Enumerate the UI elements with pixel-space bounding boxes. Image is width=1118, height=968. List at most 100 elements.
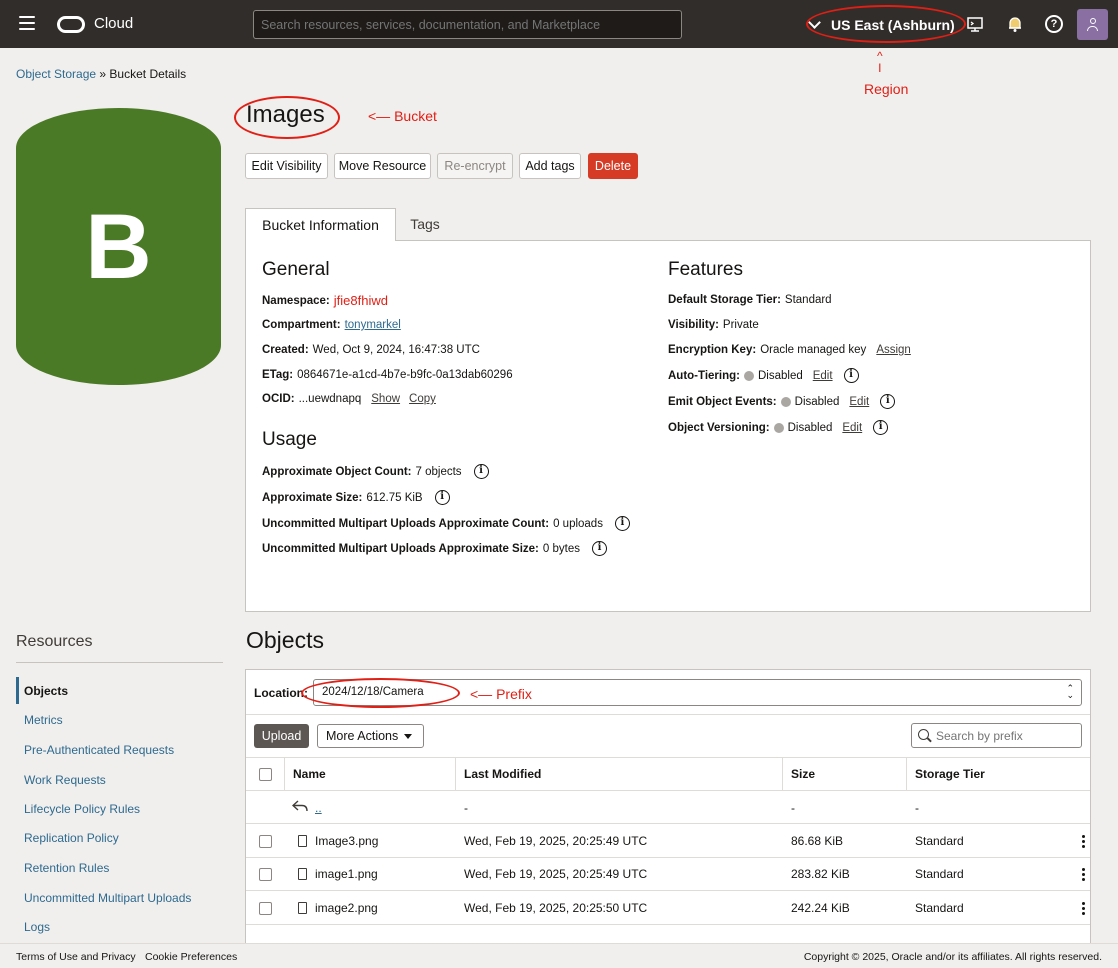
search-icon — [918, 729, 929, 740]
table-cell: - — [915, 801, 919, 815]
cloud-shell-icon[interactable] — [966, 15, 984, 33]
add-tags-button[interactable]: Add tags — [519, 153, 581, 179]
upload-button[interactable]: Upload — [254, 724, 309, 748]
sidebar-item-pre-authenticated-requests[interactable]: Pre-Authenticated Requests — [24, 743, 174, 757]
tab-tags[interactable]: Tags — [396, 208, 454, 241]
breadcrumb-object-storage[interactable]: Object Storage — [16, 67, 96, 81]
object-name[interactable]: image2.png — [315, 901, 378, 915]
compartment-link[interactable]: tonymarkel — [345, 319, 401, 331]
move-resource-button[interactable]: Move Resource — [334, 153, 431, 179]
auto-tiering-edit-link[interactable]: Edit — [813, 370, 833, 382]
row-checkbox[interactable] — [259, 868, 272, 881]
assign-key-link[interactable]: Assign — [876, 344, 911, 356]
etag-row: ETag: 0864671e-a1cd-4b7e-b9fc-0a13dab602… — [262, 369, 513, 381]
page-scrollbar[interactable] — [1112, 50, 1117, 940]
avatar[interactable] — [1077, 9, 1108, 40]
row-actions-icon[interactable] — [1082, 902, 1086, 917]
help-icon[interactable]: ? — [1045, 15, 1063, 33]
top-bar: Cloud US East (Ashburn) ? — [0, 0, 1118, 48]
cookie-preferences-link[interactable]: Cookie Preferences — [145, 951, 237, 963]
usage-heading: Usage — [262, 429, 317, 450]
ocid-row: OCID: ...uewdnapq Show Copy — [262, 393, 436, 405]
object-name[interactable]: Image3.png — [315, 834, 378, 848]
menu-icon[interactable] — [19, 16, 35, 30]
sidebar-item-metrics[interactable]: Metrics — [24, 713, 63, 727]
created-value: Wed, Oct 9, 2024, 16:47:38 UTC — [312, 344, 480, 356]
more-actions-button[interactable]: More Actions — [317, 724, 424, 748]
tab-bucket-information[interactable]: Bucket Information — [245, 208, 396, 241]
approx-size-value: 612.75 KiB — [366, 491, 423, 504]
storage-tier-row: Default Storage Tier: Standard — [668, 294, 832, 306]
sidebar-item-work-requests[interactable]: Work Requests — [24, 773, 106, 787]
general-heading: General — [262, 259, 330, 280]
select-all-checkbox[interactable] — [259, 768, 272, 781]
bell-icon[interactable] — [1006, 15, 1024, 33]
prefix-annotation-label: <— Prefix — [470, 686, 532, 702]
resources-heading: Resources — [16, 633, 93, 650]
delete-button[interactable]: Delete — [588, 153, 638, 179]
namespace-value: jfie8fhiwd — [333, 293, 388, 308]
sidebar-item-retention-rules[interactable]: Retention Rules — [24, 861, 109, 875]
re-encrypt-button[interactable]: Re-encrypt — [437, 153, 513, 179]
multipart-size-row: Uncommitted Multipart Uploads Approximat… — [262, 541, 607, 556]
user-icon — [1090, 18, 1096, 24]
select-arrows-icon: ⌃ ⌄ — [1066, 683, 1074, 700]
sidebar-item-logs[interactable]: Logs — [24, 920, 50, 934]
info-icon[interactable]: i — [873, 420, 889, 435]
bucket-title: Images — [246, 101, 325, 128]
oracle-logo-icon[interactable] — [57, 16, 85, 33]
info-icon[interactable]: i — [591, 541, 607, 556]
location-select[interactable]: 2024/12/18/Camera ⌃ ⌄ — [313, 679, 1082, 706]
column-header-last-modified[interactable]: Last Modified — [464, 767, 541, 781]
object-versioning-edit-link[interactable]: Edit — [842, 422, 862, 434]
ocid-show-link[interactable]: Show — [371, 393, 400, 405]
object-size: 283.82 KiB — [791, 867, 850, 881]
status-dot-icon — [743, 370, 754, 381]
object-size: 242.24 KiB — [791, 901, 850, 915]
brand-name[interactable]: Cloud — [94, 15, 133, 32]
search-by-prefix-input[interactable] — [911, 723, 1082, 748]
object-modified: Wed, Feb 19, 2025, 20:25:49 UTC — [464, 867, 648, 881]
info-icon[interactable]: i — [473, 464, 489, 479]
info-icon[interactable]: i — [843, 368, 859, 383]
info-icon[interactable]: i — [614, 516, 630, 531]
ocid-copy-link[interactable]: Copy — [409, 393, 436, 405]
copyright-text: Copyright © 2025, Oracle and/or its affi… — [803, 951, 1102, 963]
auto-tiering-row: Auto-Tiering: Disabled Edit i — [668, 368, 859, 383]
info-icon[interactable]: i — [434, 490, 450, 505]
sidebar-item-replication-policy[interactable]: Replication Policy — [24, 831, 119, 845]
terms-link[interactable]: Terms of Use and Privacy — [16, 951, 136, 963]
row-checkbox[interactable] — [259, 902, 272, 915]
column-header-name[interactable]: Name — [293, 767, 326, 781]
edit-visibility-button[interactable]: Edit Visibility — [245, 153, 328, 179]
region-selector[interactable]: US East (Ashburn) — [808, 14, 955, 36]
column-header-storage-tier[interactable]: Storage Tier — [915, 767, 985, 781]
object-events-value: Disabled — [794, 395, 840, 408]
sidebar-item-objects[interactable]: Objects — [24, 684, 68, 698]
encryption-value: Oracle managed key — [760, 344, 867, 356]
row-actions-icon[interactable] — [1082, 868, 1086, 883]
parent-folder-link[interactable]: .. — [315, 801, 322, 815]
file-icon — [298, 868, 307, 880]
bucket-letter: B — [85, 196, 151, 298]
region-annotation-arrow: ^ I — [877, 49, 883, 75]
etag-value: 0864671e-a1cd-4b7e-b9fc-0a13dab60296 — [297, 369, 513, 381]
object-events-edit-link[interactable]: Edit — [849, 396, 869, 408]
sidebar-item-uncommitted-multipart-uploads[interactable]: Uncommitted Multipart Uploads — [24, 891, 191, 905]
column-header-size[interactable]: Size — [791, 767, 815, 781]
row-checkbox[interactable] — [259, 835, 272, 848]
row-actions-icon[interactable] — [1082, 835, 1086, 850]
bucket-annotation-label: <— Bucket — [368, 108, 437, 124]
object-name[interactable]: image1.png — [315, 867, 378, 881]
multipart-size-value: 0 bytes — [542, 542, 580, 555]
back-arrow-icon[interactable] — [292, 799, 308, 813]
sidebar-item-lifecycle-policy-rules[interactable]: Lifecycle Policy Rules — [24, 802, 140, 816]
compartment-row: Compartment: tonymarkel — [262, 319, 401, 331]
multipart-count-row: Uncommitted Multipart Uploads Approximat… — [262, 516, 630, 531]
multipart-count-value: 0 uploads — [553, 517, 603, 530]
object-count-row: Approximate Object Count: 7 objects i — [262, 464, 489, 479]
info-icon[interactable]: i — [880, 394, 896, 409]
footer: Terms of Use and Privacy Cookie Preferen… — [0, 943, 1118, 968]
global-search-input[interactable] — [253, 10, 682, 39]
object-tier: Standard — [915, 834, 964, 848]
